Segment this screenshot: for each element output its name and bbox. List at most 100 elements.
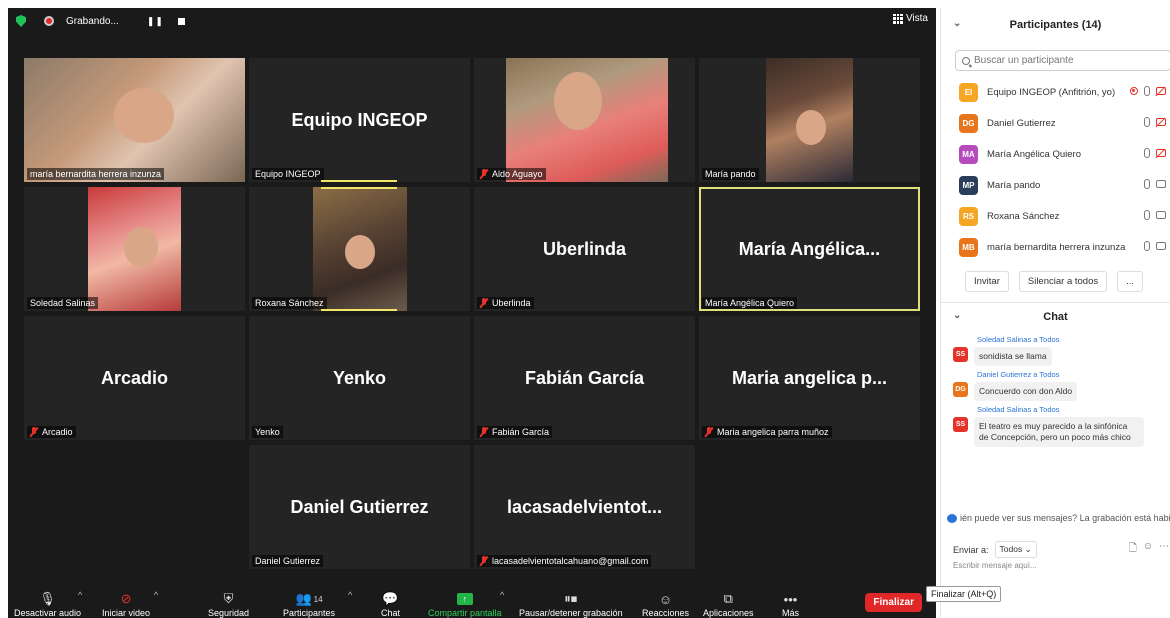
reactions-smiley-icon: ☺ [658,591,673,607]
participant-status [1144,210,1166,220]
notice-text: ién puede ver sus mensajes? La grabación… [960,513,1170,523]
microphone-icon[interactable] [1144,179,1150,189]
emoji-icon[interactable]: ☺ [1143,541,1153,558]
tile-name: Maria angelica parra muñoz [702,426,832,438]
tile-name: Fabián García [477,426,553,438]
participant-face [796,110,826,145]
camera-icon[interactable] [1156,87,1166,95]
video-tile-active-speaker[interactable]: María Angélica... María Angélica Quiero [699,187,920,311]
security-button[interactable]: ⛨ Seguridad [208,591,249,618]
microphone-icon[interactable] [1144,86,1150,96]
more-dots-icon: ••• [783,591,798,607]
pause-recording-icon[interactable]: ❚❚ [147,16,164,27]
participants-more-button[interactable]: ... [1117,271,1144,292]
video-tile[interactable]: Roxana Sánchez [249,187,470,311]
camera-icon[interactable] [1156,118,1166,126]
microphone-icon[interactable] [1144,210,1150,220]
video-tile[interactable]: María pando [699,58,920,182]
camera-icon[interactable] [1156,180,1166,188]
speaking-indicator [321,187,397,189]
participant-face [114,88,174,143]
chat-bubble-icon: 💬 [382,591,399,606]
participant-row[interactable]: EI Equipo INGEOP (Anfitrión, yo) [941,77,1170,108]
chat-message-input[interactable]: Escribir mensaje aquí... [953,561,1037,570]
message-header: Soledad Salinas a Todos [977,405,1060,414]
participant-face [554,72,602,130]
video-tile[interactable]: Arcadio Arcadio [24,316,245,440]
participants-options-caret[interactable]: ^ [348,590,352,600]
participant-name: María pando [987,180,1041,191]
mute-audio-button[interactable]: 🎙 Desactivar audio [14,591,81,618]
video-options-caret[interactable]: ^ [154,590,158,600]
share-screen-button[interactable]: ↑ Compartir pantalla [428,592,502,618]
tile-display-name: Maria angelica p... [731,367,888,388]
camera-icon[interactable] [1156,242,1166,250]
video-tile[interactable]: Yenko Yenko [249,316,470,440]
file-icon[interactable]: 🗋 [1129,541,1137,558]
camera-icon[interactable] [1156,149,1166,157]
view-button[interactable]: Vista [892,13,928,24]
collapse-chevron-icon[interactable]: ⌄ [953,18,961,29]
video-tile[interactable]: Equipo INGEOP Equipo INGEOP [249,58,470,182]
more-button[interactable]: ••• Más [782,592,799,618]
send-to-dropdown[interactable]: Todos ⌄ [994,541,1037,558]
muted-mic-icon [480,298,488,308]
video-tile[interactable]: lacasadelvientot... lacasadelvientotalca… [474,445,695,569]
microphone-icon: 🎙 [39,591,56,606]
end-meeting-button[interactable]: Finalizar [865,593,922,612]
microphone-icon[interactable] [1144,241,1150,251]
start-video-button[interactable]: ⊘ Iniciar video [102,591,150,618]
pause-stop-recording-button[interactable]: ⏸⏹ Pausar/detener grabación [519,591,623,618]
message-text: El teatro es muy parecido a la sinfónica… [974,417,1144,447]
encryption-shield-icon[interactable] [16,15,26,27]
participant-row[interactable]: MB maría bernardita herrera inzunza [941,232,1170,263]
participant-name: María Angélica Quiero [987,149,1081,160]
tile-name: Uberlinda [477,297,534,309]
video-tile[interactable]: Soledad Salinas [24,187,245,311]
camera-icon[interactable] [1156,211,1166,219]
people-icon [947,513,957,523]
tile-name: Aldo Aguayo [477,168,546,180]
muted-mic-icon [30,427,38,437]
top-bar: Grabando... ❚❚ Vista [8,8,936,34]
invite-button[interactable]: Invitar [965,271,1009,292]
chat-button[interactable]: 💬 Chat [381,591,400,618]
mute-all-button[interactable]: Silenciar a todos [1018,271,1108,292]
video-tile[interactable]: maría bernardita herrera inzunza [24,58,245,182]
tile-name: Yenko [252,426,283,438]
avatar: MB [959,238,978,257]
avatar: EI [959,83,978,102]
participant-row[interactable]: DG Daniel Gutierrez [941,108,1170,139]
meeting-toolbar: 🎙 Desactivar audio ^ ⊘ Iniciar video ^ ⛨… [8,586,936,618]
share-options-caret[interactable]: ^ [500,590,504,600]
participant-status [1144,117,1166,127]
participant-search-input[interactable]: Buscar un participante [955,50,1170,71]
participant-row[interactable]: RS Roxana Sánchez [941,201,1170,232]
avatar: RS [959,207,978,226]
video-tile[interactable]: Maria angelica p... Maria angelica parra… [699,316,920,440]
share-screen-label: Compartir pantalla [428,608,502,618]
stop-recording-icon[interactable] [177,17,185,25]
microphone-icon[interactable] [1144,117,1150,127]
chat-more-icon[interactable]: ⋯ [1159,541,1169,558]
message-text: sonidista se llama [974,347,1052,366]
video-tile[interactable]: Fabián García Fabián García [474,316,695,440]
participant-status [1144,241,1166,251]
participant-row[interactable]: MP María pando [941,170,1170,201]
avatar: MP [959,176,978,195]
avatar: SS [953,347,968,362]
participant-row[interactable]: MA María Angélica Quiero [941,139,1170,170]
microphone-icon[interactable] [1144,148,1150,158]
video-tile[interactable]: Daniel Gutierrez Daniel Gutierrez [249,445,470,569]
participants-button[interactable]: 👥 14 Participantes [283,591,336,618]
video-tile[interactable]: Aldo Aguayo [474,58,695,182]
recording-notice[interactable]: ién puede ver sus mensajes? La grabación… [947,513,1170,523]
video-tile[interactable]: Uberlinda Uberlinda [474,187,695,311]
audio-options-caret[interactable]: ^ [78,590,82,600]
apps-button[interactable]: ⧉ Aplicaciones [703,591,754,618]
reactions-button[interactable]: ☺ Reacciones [642,592,689,618]
chat-collapse-chevron-icon[interactable]: ⌄ [953,310,961,321]
tile-name: maría bernardita herrera inzunza [27,168,165,180]
send-to-label: Enviar a: [953,544,989,555]
participants-label: Participantes [283,608,336,618]
